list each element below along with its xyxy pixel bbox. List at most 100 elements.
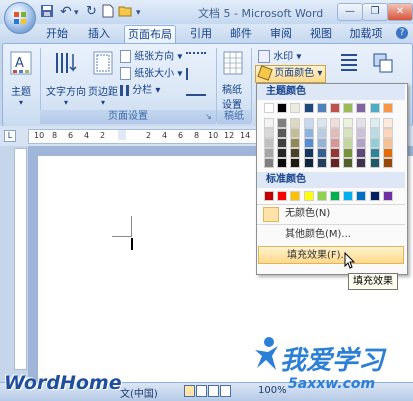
standard-color-swatch[interactable] bbox=[277, 191, 288, 201]
tab-page-layout[interactable]: 页面布局 bbox=[124, 25, 176, 44]
theme-color-swatch[interactable] bbox=[290, 138, 301, 148]
theme-color-swatch[interactable] bbox=[264, 118, 274, 128]
page-color-button[interactable]: 页面颜色 ▾ bbox=[255, 65, 327, 83]
ruler-indent-marker[interactable] bbox=[118, 130, 126, 140]
size-button[interactable]: 纸张大小 ▾ bbox=[120, 67, 182, 81]
standard-color-swatch[interactable] bbox=[303, 191, 314, 201]
standard-color-swatch[interactable] bbox=[343, 191, 354, 201]
theme-color-swatch[interactable] bbox=[330, 118, 340, 128]
theme-color-swatch[interactable] bbox=[330, 148, 340, 158]
theme-color-swatch[interactable] bbox=[382, 148, 393, 158]
theme-color-swatch[interactable] bbox=[303, 158, 314, 168]
theme-color-swatch[interactable] bbox=[343, 158, 354, 168]
theme-color-swatch[interactable] bbox=[264, 103, 274, 113]
theme-color-swatch[interactable] bbox=[303, 118, 314, 128]
web-layout-view-icon[interactable] bbox=[208, 385, 219, 397]
tab-addins[interactable]: 加载项 bbox=[344, 25, 388, 43]
theme-color-swatch[interactable] bbox=[330, 158, 340, 168]
theme-color-swatch[interactable] bbox=[277, 158, 288, 168]
standard-color-swatch[interactable] bbox=[330, 191, 340, 201]
theme-color-swatch[interactable] bbox=[356, 128, 367, 138]
outline-view-icon[interactable] bbox=[220, 385, 231, 397]
no-color-item[interactable]: 无颜色(N) bbox=[257, 205, 405, 223]
theme-color-swatch[interactable] bbox=[303, 128, 314, 138]
theme-color-swatch[interactable] bbox=[356, 158, 367, 168]
theme-color-swatch[interactable] bbox=[290, 158, 301, 168]
language-status[interactable]: 文(中国) bbox=[120, 385, 158, 400]
theme-color-swatch[interactable] bbox=[356, 118, 367, 128]
more-colors-item[interactable]: 其他颜色(M)... bbox=[257, 226, 405, 244]
theme-color-swatch[interactable] bbox=[264, 148, 274, 158]
theme-color-swatch[interactable] bbox=[369, 158, 380, 168]
theme-color-swatch[interactable] bbox=[277, 128, 288, 138]
help-icon[interactable]: ? bbox=[396, 27, 408, 39]
full-screen-view-icon[interactable] bbox=[196, 385, 207, 397]
standard-color-swatch[interactable] bbox=[369, 191, 380, 201]
tab-view[interactable]: 视图 bbox=[304, 25, 338, 43]
watermark-button[interactable]: 水印 ▾ bbox=[258, 50, 301, 64]
theme-color-swatch[interactable] bbox=[316, 158, 327, 168]
restore-button[interactable]: ❐ bbox=[362, 3, 388, 21]
theme-color-swatch[interactable] bbox=[356, 103, 367, 113]
columns-button[interactable]: 分栏 ▾ bbox=[120, 84, 160, 98]
redo-icon[interactable]: ↻ bbox=[86, 4, 97, 20]
theme-color-swatch[interactable] bbox=[277, 138, 288, 148]
tab-insert[interactable]: 插入 bbox=[82, 25, 116, 43]
theme-color-swatch[interactable] bbox=[316, 148, 327, 158]
theme-color-swatch[interactable] bbox=[303, 138, 314, 148]
tab-references[interactable]: 引用 bbox=[184, 25, 218, 43]
new-document-icon[interactable] bbox=[102, 4, 114, 20]
open-folder-icon[interactable] bbox=[118, 4, 133, 20]
zoom-level[interactable]: 100% bbox=[258, 385, 287, 396]
standard-color-swatch[interactable] bbox=[290, 191, 301, 201]
theme-color-swatch[interactable] bbox=[316, 138, 327, 148]
theme-color-swatch[interactable] bbox=[264, 128, 274, 138]
theme-color-swatch[interactable] bbox=[356, 138, 367, 148]
theme-color-swatch[interactable] bbox=[290, 128, 301, 138]
theme-color-swatch[interactable] bbox=[343, 103, 354, 113]
close-button[interactable]: ✕ bbox=[387, 3, 413, 21]
standard-color-swatch[interactable] bbox=[264, 191, 274, 201]
theme-color-swatch[interactable] bbox=[330, 138, 340, 148]
minimize-button[interactable]: — bbox=[337, 3, 363, 21]
paragraph-button[interactable] bbox=[336, 50, 360, 79]
undo-icon[interactable]: ↶ bbox=[60, 4, 72, 20]
orientation-button[interactable]: 纸张方向 ▾ bbox=[120, 50, 182, 64]
theme-button[interactable]: A 主题 ▾ bbox=[8, 50, 34, 107]
theme-color-swatch[interactable] bbox=[277, 118, 288, 128]
theme-color-swatch[interactable] bbox=[316, 128, 327, 138]
standard-color-swatch[interactable] bbox=[356, 191, 367, 201]
tab-selector-icon[interactable]: L bbox=[4, 130, 16, 142]
theme-color-swatch[interactable] bbox=[277, 148, 288, 158]
theme-color-swatch[interactable] bbox=[369, 103, 380, 113]
theme-color-swatch[interactable] bbox=[316, 103, 327, 113]
theme-color-swatch[interactable] bbox=[356, 148, 367, 158]
tab-mailings[interactable]: 邮件 bbox=[224, 25, 258, 43]
theme-color-swatch[interactable] bbox=[277, 103, 288, 113]
save-icon[interactable] bbox=[40, 4, 54, 20]
theme-color-swatch[interactable] bbox=[330, 103, 340, 113]
theme-color-swatch[interactable] bbox=[290, 103, 301, 113]
standard-color-swatch[interactable] bbox=[316, 191, 327, 201]
theme-color-swatch[interactable] bbox=[303, 148, 314, 158]
theme-color-swatch[interactable] bbox=[264, 138, 274, 148]
theme-color-swatch[interactable] bbox=[330, 128, 340, 138]
fill-effects-item[interactable]: 填充效果(F)... bbox=[258, 246, 404, 264]
theme-color-swatch[interactable] bbox=[343, 118, 354, 128]
theme-color-swatch[interactable] bbox=[382, 128, 393, 138]
theme-color-swatch[interactable] bbox=[382, 138, 393, 148]
theme-color-swatch[interactable] bbox=[369, 138, 380, 148]
tab-home[interactable]: 开始 bbox=[40, 25, 74, 43]
breaks-icon[interactable] bbox=[186, 52, 206, 66]
tab-review[interactable]: 审阅 bbox=[264, 25, 298, 43]
theme-color-swatch[interactable] bbox=[343, 128, 354, 138]
margins-button[interactable]: 页边距 ▾ bbox=[88, 50, 118, 107]
theme-color-swatch[interactable] bbox=[303, 103, 314, 113]
theme-color-swatch[interactable] bbox=[290, 118, 301, 128]
theme-color-swatch[interactable] bbox=[343, 138, 354, 148]
undo-dropdown-icon[interactable]: ▾ bbox=[74, 8, 79, 24]
theme-color-swatch[interactable] bbox=[343, 148, 354, 158]
theme-color-swatch[interactable] bbox=[369, 118, 380, 128]
arrange-button[interactable] bbox=[368, 50, 398, 79]
print-layout-view-icon[interactable] bbox=[184, 385, 195, 397]
